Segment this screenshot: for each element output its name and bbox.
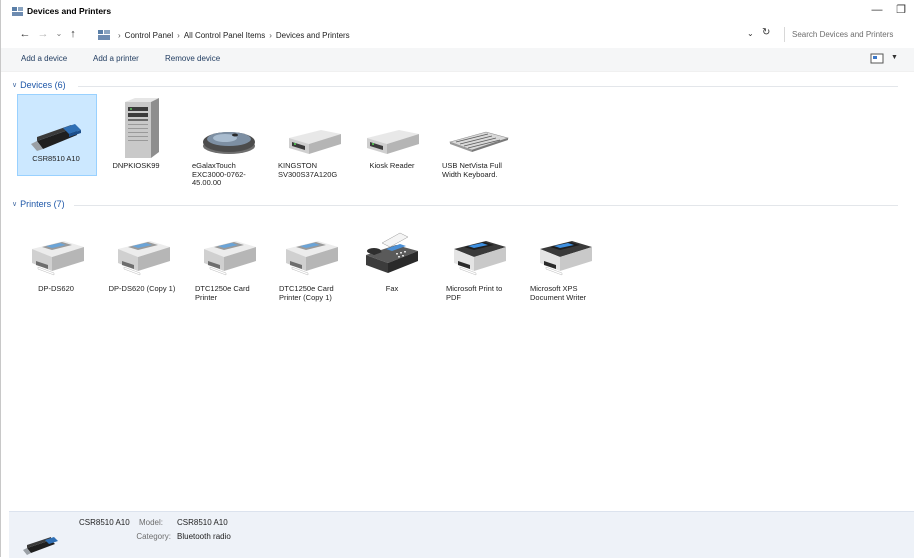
- details-category-value: Bluetooth radio: [177, 532, 231, 541]
- printer-icon: [32, 241, 84, 276]
- printer-icon: [454, 241, 506, 276]
- usb-dongle-icon: [23, 537, 58, 555]
- window: Devices and Printers — ❐ ← → ⌄ ↑ › Contr…: [0, 0, 914, 558]
- device-item[interactable]: Kiosk Reader: [353, 94, 433, 176]
- printer-label: DTC1250e Card Printer: [195, 284, 250, 302]
- breadcrumb: › Control Panel › All Control Panel Item…: [98, 28, 350, 42]
- details-model-value: CSR8510 A10: [177, 518, 228, 527]
- title-bar: Devices and Printers — ❐: [1, 0, 914, 22]
- collapse-chevron-icon[interactable]: ∨: [12, 200, 17, 208]
- change-view-icon[interactable]: [870, 53, 884, 64]
- window-title: Devices and Printers: [27, 6, 112, 16]
- address-dropdown-chevron-icon[interactable]: ⌄: [747, 29, 754, 38]
- printers-group-label: Printers (7): [20, 199, 65, 209]
- address-row: ← → ⌄ ↑ › Control Panel › All Control Pa…: [1, 24, 914, 46]
- up-arrow-icon[interactable]: ↑: [67, 27, 79, 41]
- printer-label: Fax: [385, 284, 399, 293]
- printer-item[interactable]: DTC1250e Card Printer: [189, 215, 269, 315]
- device-item[interactable]: USB NetVista Full Width Keyboard.: [439, 94, 519, 179]
- printer-label: Microsoft XPS Document Writer: [530, 284, 587, 302]
- add-printer-button[interactable]: Add a printer: [93, 54, 139, 63]
- breadcrumb-all-items[interactable]: All Control Panel Items: [184, 31, 265, 40]
- printer-item[interactable]: Fax: [353, 215, 433, 315]
- drive-icon: [367, 130, 419, 154]
- minimize-button[interactable]: —: [869, 2, 885, 18]
- keyboard-icon: [449, 131, 510, 152]
- forward-arrow-icon[interactable]: →: [37, 27, 49, 41]
- printer-item[interactable]: DP-DS620 (Copy 1): [103, 215, 183, 315]
- printer-icon: [118, 241, 170, 276]
- fax-icon: [366, 232, 418, 273]
- group-divider: [74, 205, 898, 206]
- add-device-button[interactable]: Add a device: [21, 54, 67, 63]
- printer-item[interactable]: DTC1250e Card Printer (Copy 1): [271, 215, 351, 315]
- device-label: eGalaxTouch EXC3000-0762-45.00.00: [192, 161, 246, 187]
- printer-icon: [204, 241, 256, 276]
- breadcrumb-devices-printers[interactable]: Devices and Printers: [276, 31, 350, 40]
- details-category-key: Category:: [136, 532, 171, 541]
- breadcrumb-separator: ›: [269, 30, 272, 40]
- remove-device-button[interactable]: Remove device: [165, 54, 220, 63]
- details-pane: CSR8510 A10 Model: CSR8510 A10 Category:…: [9, 511, 914, 558]
- breadcrumb-separator: ›: [177, 30, 180, 40]
- printer-icon: [286, 241, 338, 276]
- restore-button[interactable]: ❐: [893, 2, 909, 18]
- devices-printers-app-icon: [12, 6, 23, 16]
- command-bar: Add a device Add a printer Remove device…: [1, 48, 914, 72]
- device-item[interactable]: eGalaxTouch EXC3000-0762-45.00.00: [189, 94, 269, 187]
- group-divider: [78, 86, 898, 87]
- printer-item[interactable]: Microsoft XPS Document Writer: [525, 215, 605, 315]
- drive-icon: [289, 130, 341, 154]
- printer-label: DP-DS620: [38, 284, 74, 293]
- back-arrow-icon[interactable]: ←: [19, 27, 31, 41]
- printer-label: DP-DS620 (Copy 1): [108, 284, 176, 293]
- devices-group-header[interactable]: ∨ Devices (6): [12, 80, 907, 90]
- details-model-key: Model:: [138, 518, 163, 527]
- usb-dongle-icon: [31, 124, 81, 151]
- printer-item[interactable]: Microsoft Print to PDF: [439, 215, 519, 315]
- printer-label: DTC1250e Card Printer (Copy 1): [279, 284, 334, 302]
- view-options-chevron-icon[interactable]: ▼: [891, 54, 898, 61]
- printer-item[interactable]: DP-DS620: [17, 215, 97, 315]
- breadcrumb-control-panel[interactable]: Control Panel: [125, 31, 173, 40]
- search-input[interactable]: Search Devices and Printers: [784, 27, 908, 42]
- devices-group-label: Devices (6): [20, 80, 66, 90]
- printer-icon: [540, 241, 592, 276]
- device-label: CSR8510 A10: [32, 154, 80, 163]
- printers-group-header[interactable]: ∨ Printers (7): [12, 199, 907, 209]
- refresh-icon[interactable]: ↻: [762, 27, 770, 38]
- recent-locations-chevron-icon[interactable]: ⌄: [53, 27, 65, 41]
- device-label: KINGSTON SV300S37A120G: [278, 161, 338, 179]
- device-label: USB NetVista Full Width Keyboard.: [442, 161, 502, 179]
- device-label: DNPKIOSK99: [112, 161, 160, 170]
- computer-tower-icon: [125, 98, 159, 158]
- mouse-icon: [203, 132, 255, 154]
- device-label: Kiosk Reader: [369, 161, 415, 170]
- collapse-chevron-icon[interactable]: ∨: [12, 81, 17, 89]
- printer-label: Microsoft Print to PDF: [446, 284, 503, 302]
- device-item[interactable]: DNPKIOSK99: [97, 94, 177, 176]
- device-item[interactable]: KINGSTON SV300S37A120G: [275, 94, 355, 179]
- control-panel-icon: [98, 30, 110, 40]
- device-item[interactable]: CSR8510 A10: [17, 94, 97, 176]
- breadcrumb-separator: ›: [118, 30, 121, 40]
